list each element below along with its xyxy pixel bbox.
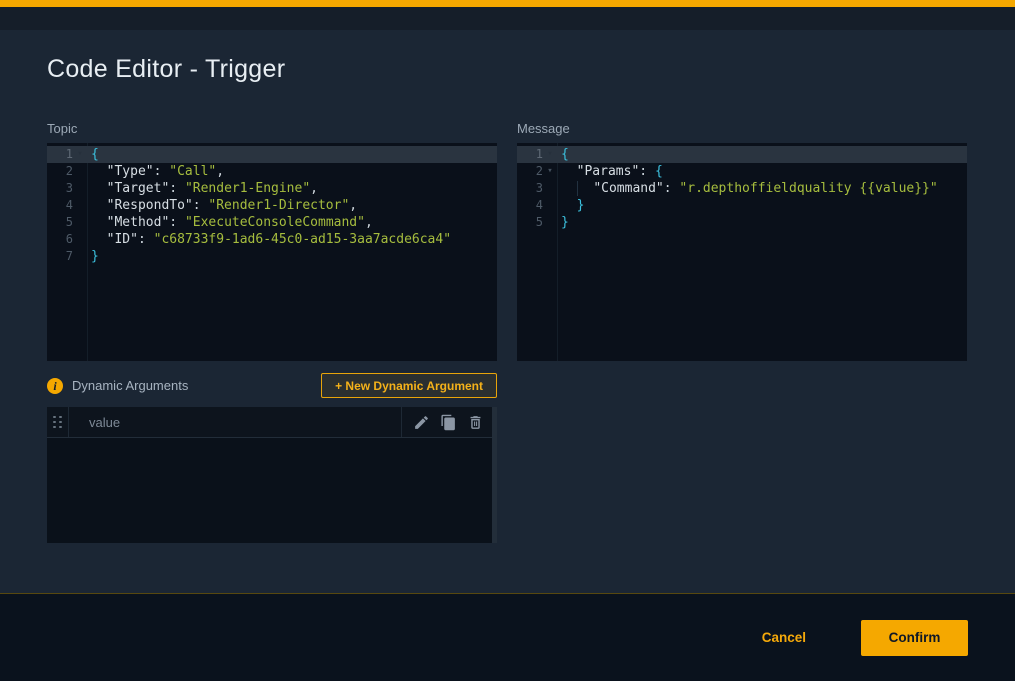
code-line[interactable]: 3 "Target": "Render1-Engine", xyxy=(47,180,497,197)
fold-gutter xyxy=(73,231,87,248)
fold-gutter xyxy=(73,180,87,197)
topic-label: Topic xyxy=(47,121,77,137)
code-line[interactable]: 2 "Type": "Call", xyxy=(47,163,497,180)
line-number: 6 xyxy=(47,231,73,248)
code-text: } xyxy=(557,197,584,214)
code-line[interactable]: 4 "RespondTo": "Render1-Director", xyxy=(47,197,497,214)
delete-argument-button[interactable] xyxy=(466,413,484,431)
fold-gutter xyxy=(543,197,557,214)
new-dynamic-argument-button[interactable]: + New Dynamic Argument xyxy=(321,373,497,398)
line-number: 4 xyxy=(47,197,73,214)
code-text: "Method": "ExecuteConsoleCommand", xyxy=(87,214,373,231)
dynamic-arguments-title: Dynamic Arguments xyxy=(72,378,321,393)
code-text: "Target": "Render1-Engine", xyxy=(87,180,318,197)
fold-arrow-icon[interactable]: ▾ xyxy=(73,146,87,163)
trash-icon xyxy=(467,414,484,431)
topic-code-editor[interactable]: 1▾{2 "Type": "Call",3 "Target": "Render1… xyxy=(47,143,497,361)
line-number: 3 xyxy=(517,180,543,197)
edit-argument-button[interactable] xyxy=(412,413,430,431)
code-line[interactable]: 1▾{ xyxy=(517,146,967,163)
line-number: 5 xyxy=(47,214,73,231)
code-text: "RespondTo": "Render1-Director", xyxy=(87,197,357,214)
code-line[interactable]: 4 } xyxy=(517,197,967,214)
line-number: 3 xyxy=(47,180,73,197)
dynamic-arguments-list: value xyxy=(47,407,497,543)
dialog-footer: Cancel Confirm xyxy=(0,593,1015,681)
code-text: { xyxy=(87,146,99,163)
confirm-button[interactable]: Confirm xyxy=(861,620,968,656)
line-number: 2 xyxy=(517,163,543,180)
fold-arrow-icon[interactable]: ▾ xyxy=(543,146,557,163)
code-text: } xyxy=(557,214,569,231)
code-text: "Command": "r.depthoffieldquality {{valu… xyxy=(557,180,938,197)
message-label: Message xyxy=(517,121,570,137)
fold-gutter xyxy=(73,197,87,214)
dialog-title: Code Editor - Trigger xyxy=(47,54,285,84)
message-code-editor[interactable]: 1▾{2▾ "Params": {3 "Command": "r.depthof… xyxy=(517,143,967,361)
line-number: 7 xyxy=(47,248,73,265)
fold-gutter xyxy=(73,163,87,180)
fold-gutter xyxy=(73,214,87,231)
code-text: "ID": "c68733f9-1ad6-45c0-ad15-3aa7acde6… xyxy=(87,231,451,248)
argument-name-label: value xyxy=(69,407,401,437)
code-line[interactable]: 7} xyxy=(47,248,497,265)
code-line[interactable]: 3 "Command": "r.depthoffieldquality {{va… xyxy=(517,180,967,197)
code-text: { xyxy=(557,146,569,163)
dynamic-arguments-header: i Dynamic Arguments + New Dynamic Argume… xyxy=(47,372,497,399)
line-number: 4 xyxy=(517,197,543,214)
drag-handle[interactable] xyxy=(47,407,69,437)
line-number: 2 xyxy=(47,163,73,180)
info-icon: i xyxy=(47,378,63,394)
copy-icon xyxy=(440,414,457,431)
fold-gutter xyxy=(543,180,557,197)
fold-gutter xyxy=(73,248,87,265)
code-line[interactable]: 1▾{ xyxy=(47,146,497,163)
dynamic-argument-row[interactable]: value xyxy=(47,407,492,438)
line-number: 1 xyxy=(47,146,73,163)
code-line[interactable]: 5 "Method": "ExecuteConsoleCommand", xyxy=(47,214,497,231)
fold-gutter xyxy=(543,214,557,231)
copy-argument-button[interactable] xyxy=(439,413,457,431)
code-text: "Params": { xyxy=(557,163,663,180)
code-text: } xyxy=(87,248,99,265)
fold-arrow-icon[interactable]: ▾ xyxy=(543,163,557,180)
code-line[interactable]: 5} xyxy=(517,214,967,231)
pencil-icon xyxy=(413,414,430,431)
code-line[interactable]: 6 "ID": "c68733f9-1ad6-45c0-ad15-3aa7acd… xyxy=(47,231,497,248)
line-number: 5 xyxy=(517,214,543,231)
accent-bar xyxy=(0,0,1015,7)
code-line[interactable]: 2▾ "Params": { xyxy=(517,163,967,180)
line-number: 1 xyxy=(517,146,543,163)
code-text: "Type": "Call", xyxy=(87,163,224,180)
scrollbar-track[interactable] xyxy=(492,407,497,543)
row-actions xyxy=(401,407,492,437)
cancel-button[interactable]: Cancel xyxy=(756,629,812,646)
window-topbar xyxy=(0,7,1015,30)
drag-dots-icon xyxy=(53,416,62,429)
